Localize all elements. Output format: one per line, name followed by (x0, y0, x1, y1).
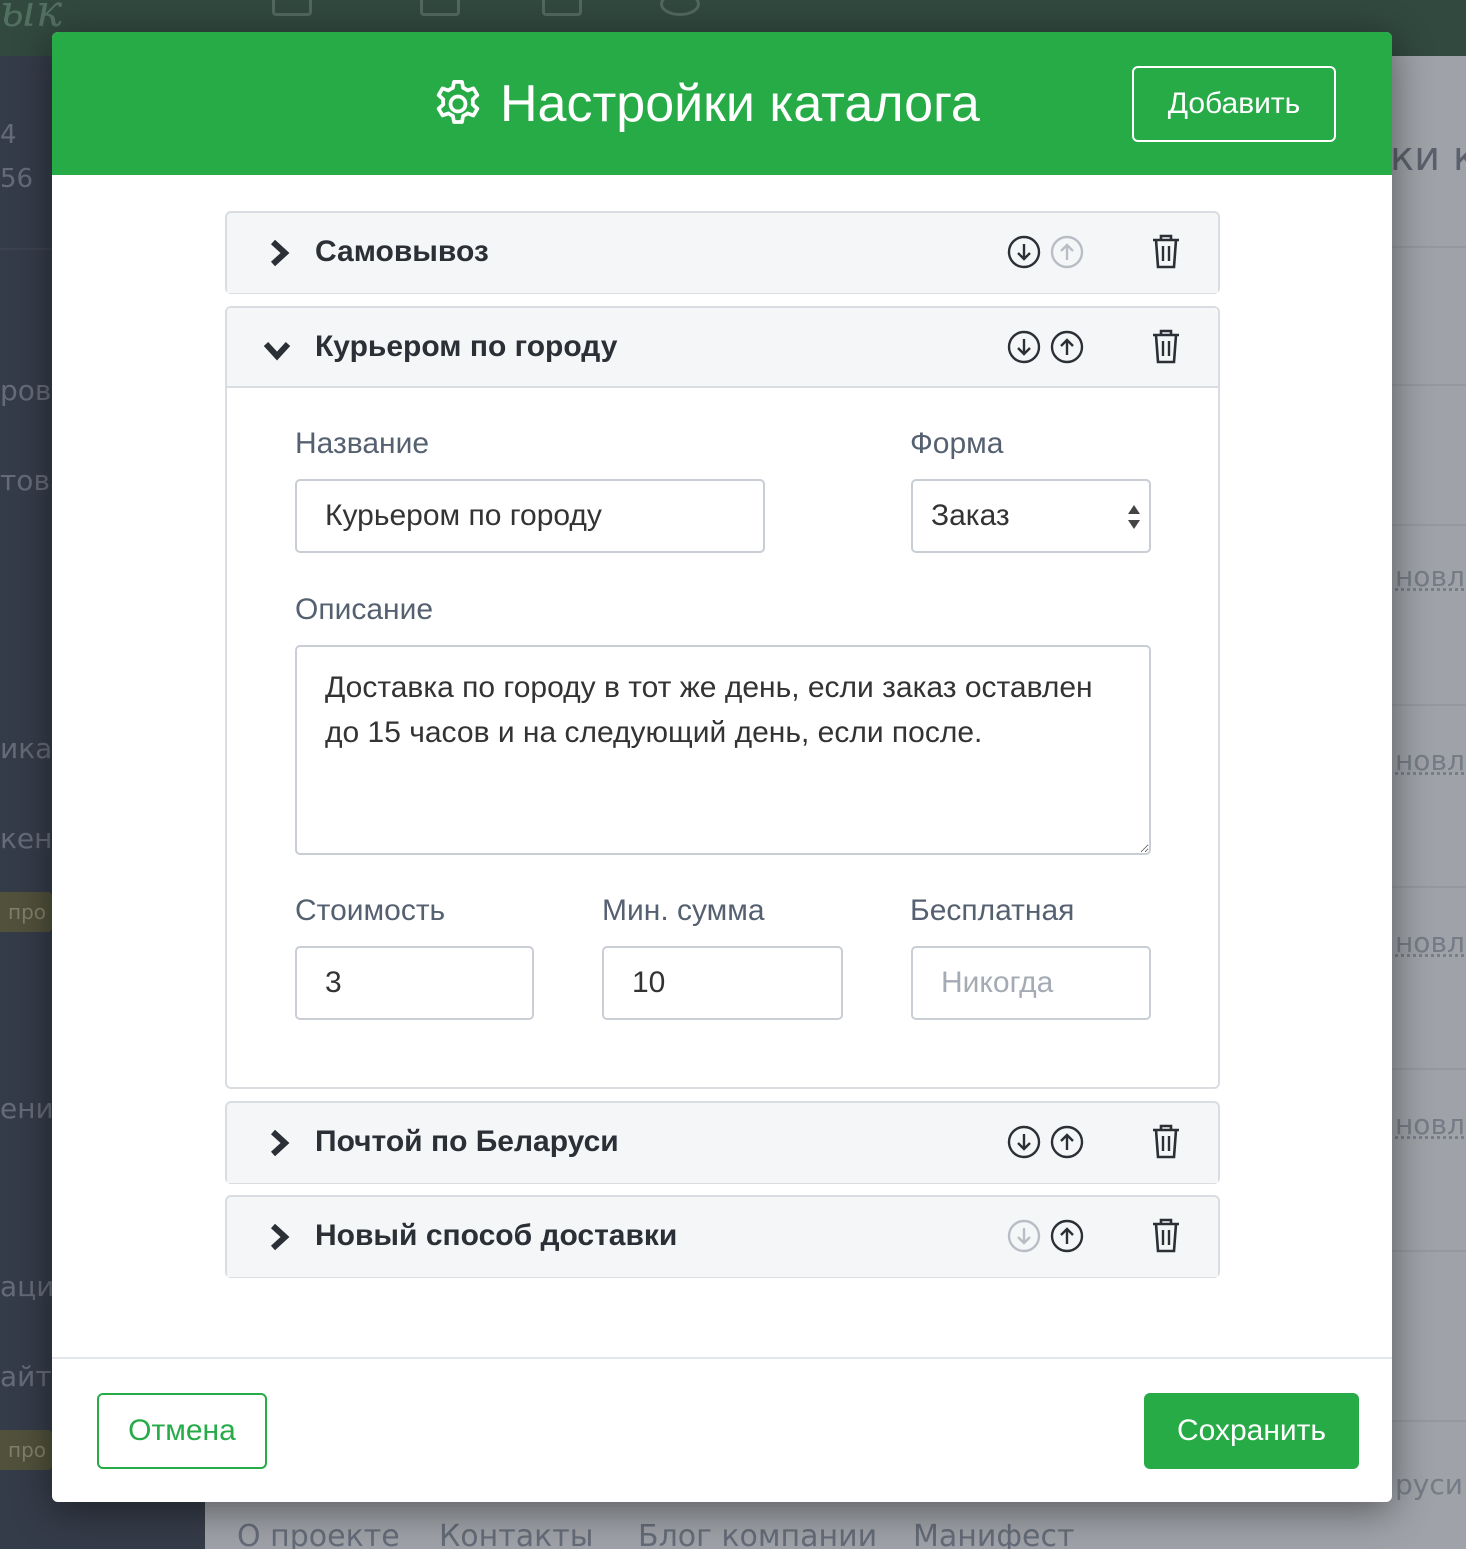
select-arrows-icon (1128, 505, 1140, 529)
form-label: Форма (910, 427, 1004, 460)
name-field[interactable] (295, 479, 765, 553)
move-down-icon (1007, 1219, 1041, 1253)
modal-title-text: Настройки каталога (500, 75, 980, 133)
description-textarea[interactable]: Доставка по городу в тот же день, если з… (295, 645, 1151, 855)
min-sum-label: Мин. сумма (602, 894, 765, 927)
section-title: Самовывоз (315, 235, 489, 268)
delivery-section: Новый способ доставки (225, 1195, 1220, 1278)
form-select-value: Заказ (931, 499, 1010, 532)
catalog-settings-modal: Настройки каталога Добавить Самовывоз Ку… (52, 32, 1392, 1502)
footer-divider (52, 1357, 1392, 1359)
move-up-icon[interactable] (1050, 330, 1084, 364)
section-title: Курьером по городу (315, 330, 618, 363)
save-button[interactable]: Сохранить (1144, 1393, 1359, 1469)
free-label: Бесплатная (910, 894, 1075, 927)
move-down-icon[interactable] (1007, 330, 1041, 364)
cost-label: Стоимость (295, 894, 446, 927)
trash-icon[interactable] (1151, 1217, 1181, 1253)
description-label: Описание (295, 593, 434, 626)
form-select[interactable]: Заказ (911, 479, 1151, 553)
modal-header: Настройки каталога Добавить (52, 32, 1392, 175)
chevron-right-icon[interactable] (265, 1129, 293, 1157)
delivery-section-expanded: Курьером по городу Название Форма Заказ … (225, 306, 1220, 1089)
section-header[interactable]: Самовывоз (227, 213, 1218, 293)
cost-field[interactable] (295, 946, 534, 1020)
modal-title: Настройки каталога (430, 72, 980, 136)
move-up-icon[interactable] (1050, 1125, 1084, 1159)
chevron-down-icon[interactable] (263, 336, 291, 364)
section-title: Новый способ доставки (315, 1219, 678, 1252)
move-down-icon[interactable] (1007, 1125, 1041, 1159)
add-button[interactable]: Добавить (1132, 66, 1336, 142)
move-up-icon (1050, 235, 1084, 269)
section-header[interactable]: Курьером по городу (227, 308, 1218, 388)
name-label: Название (295, 427, 430, 460)
chevron-right-icon[interactable] (265, 239, 293, 267)
section-title: Почтой по Беларуси (315, 1125, 619, 1158)
trash-icon[interactable] (1151, 233, 1181, 269)
free-threshold-field[interactable] (911, 946, 1151, 1020)
section-header[interactable]: Новый способ доставки (227, 1197, 1218, 1277)
move-up-icon[interactable] (1050, 1219, 1084, 1253)
chevron-right-icon[interactable] (265, 1223, 293, 1251)
trash-icon[interactable] (1151, 328, 1181, 364)
delivery-section: Почтой по Беларуси (225, 1101, 1220, 1184)
trash-icon[interactable] (1151, 1123, 1181, 1159)
move-down-icon[interactable] (1007, 235, 1041, 269)
cancel-button[interactable]: Отмена (97, 1393, 267, 1469)
delivery-section: Самовывоз (225, 211, 1220, 294)
section-header[interactable]: Почтой по Беларуси (227, 1103, 1218, 1183)
min-sum-field[interactable] (602, 946, 843, 1020)
gear-icon (436, 79, 480, 124)
